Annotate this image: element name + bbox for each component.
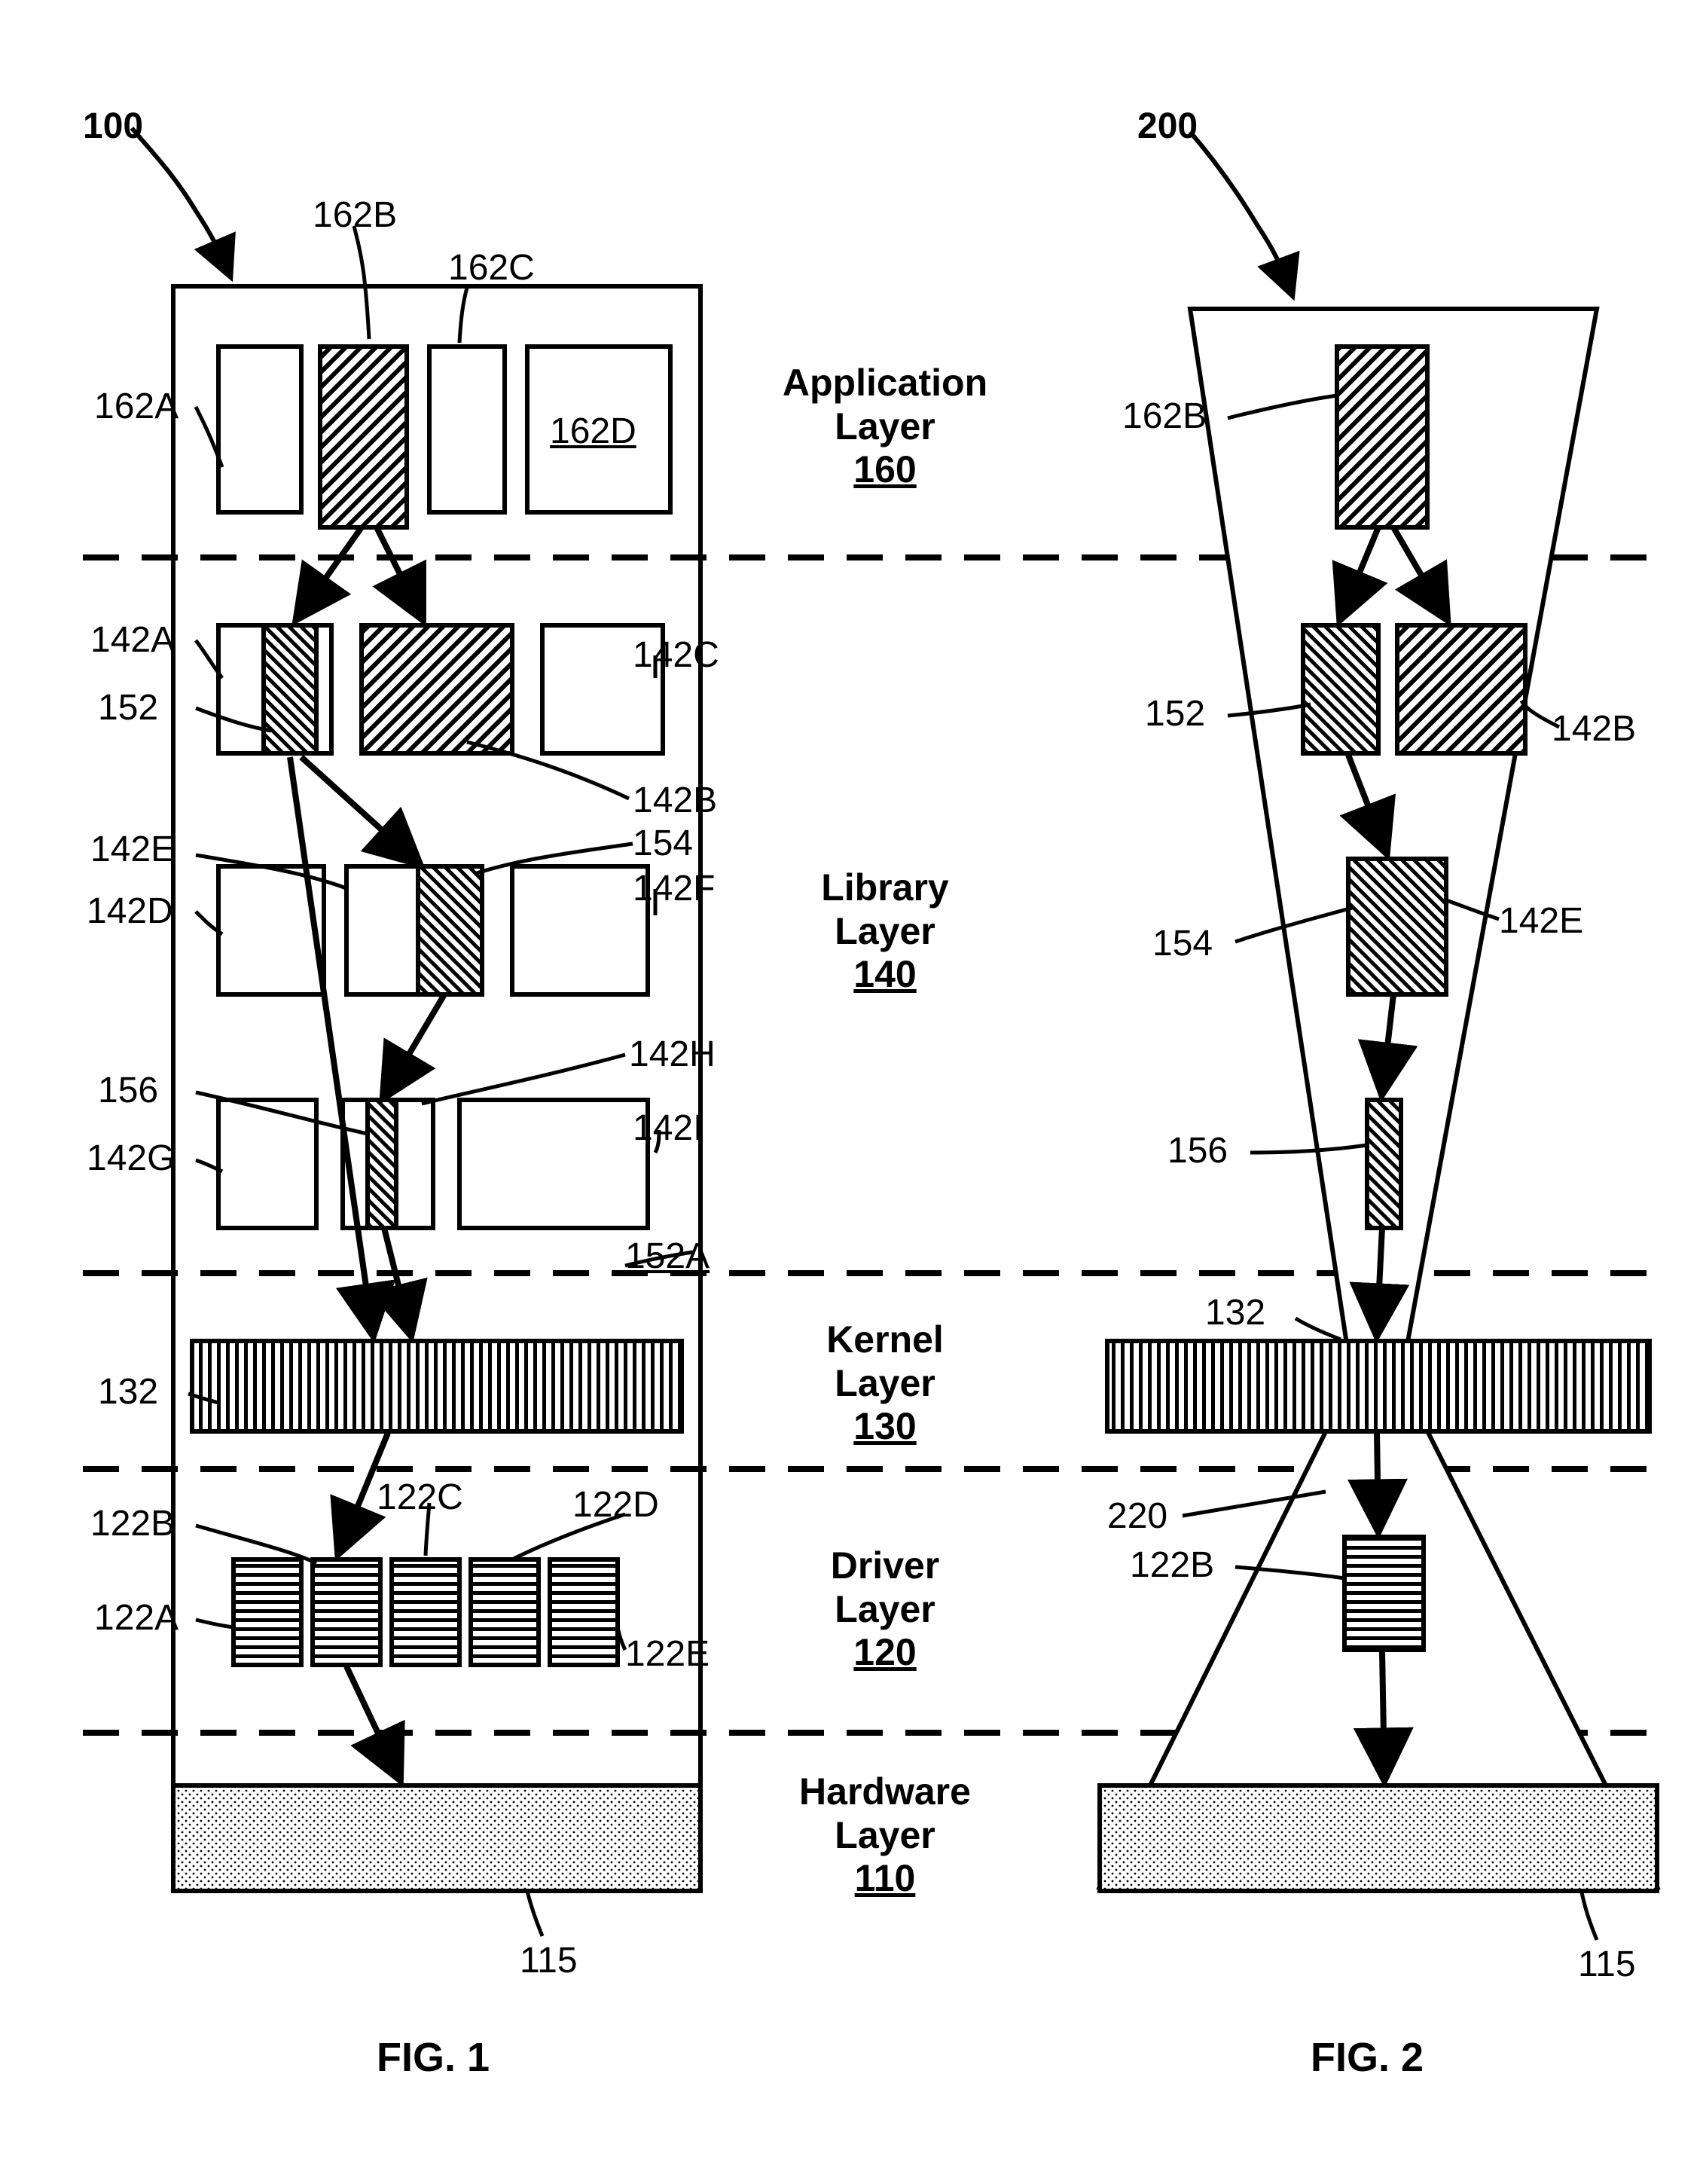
hardware-layer-title: Hardware Layer 110: [746, 1770, 1024, 1901]
fig1-id: 100: [83, 105, 143, 147]
ref-115-fig1: 115: [520, 1940, 578, 1981]
ref-122b-f2: 122B: [1130, 1544, 1214, 1586]
ref-122e: 122E: [625, 1633, 710, 1675]
ref-142e-f2: 142E: [1499, 900, 1583, 942]
hardware-layer-l2: Layer: [746, 1814, 1024, 1858]
ref-162d: 162D: [550, 411, 636, 452]
ref-156: 156: [98, 1070, 158, 1111]
ref-162b-f2: 162B: [1122, 396, 1207, 437]
ref-152-f2: 152: [1145, 693, 1205, 735]
fig1-caption: FIG. 1: [377, 2034, 490, 2081]
ref-132: 132: [98, 1371, 158, 1413]
ref-132-f2: 132: [1205, 1292, 1265, 1333]
library-layer-ref: 140: [746, 953, 1024, 997]
fig2-id: 200: [1137, 105, 1198, 147]
library-layer-title: Library Layer 140: [746, 866, 1024, 997]
ref-122c: 122C: [377, 1477, 463, 1518]
library-layer-l2: Layer: [746, 910, 1024, 954]
driver-layer-ref: 120: [746, 1631, 1024, 1675]
ref-154-f2: 154: [1152, 923, 1213, 964]
ref-162a: 162A: [94, 386, 179, 427]
driver-layer-title: Driver Layer 120: [746, 1544, 1024, 1675]
ref-142f: 142F: [633, 868, 715, 909]
ref-142a: 142A: [90, 619, 175, 661]
ref-142b: 142B: [633, 780, 717, 821]
ref-122a: 122A: [94, 1597, 179, 1639]
ref-142h: 142H: [629, 1034, 716, 1075]
ref-162c: 162C: [448, 247, 535, 289]
application-layer-ref: 160: [746, 448, 1024, 492]
kernel-layer-l2: Layer: [746, 1362, 1024, 1406]
kernel-layer-l1: Kernel: [746, 1318, 1024, 1362]
ref-152a: 152A: [625, 1236, 710, 1277]
ref-142g: 142G: [87, 1138, 175, 1179]
application-layer-l1: Application: [746, 362, 1024, 405]
driver-layer-l2: Layer: [746, 1588, 1024, 1632]
kernel-layer-ref: 130: [746, 1405, 1024, 1449]
hardware-layer-ref: 110: [746, 1857, 1024, 1901]
ref-152: 152: [98, 687, 158, 729]
ref-162b: 162B: [313, 194, 397, 236]
ref-122d: 122D: [572, 1484, 659, 1526]
driver-layer-l1: Driver: [746, 1544, 1024, 1588]
application-layer-title: Application Layer 160: [746, 362, 1024, 492]
ref-156-f2: 156: [1167, 1130, 1228, 1171]
fig2-caption: FIG. 2: [1311, 2034, 1424, 2081]
ref-115-f2: 115: [1578, 1944, 1636, 1985]
ref-142c: 142C: [633, 634, 719, 676]
kernel-layer-title: Kernel Layer 130: [746, 1318, 1024, 1449]
ref-142e: 142E: [90, 829, 175, 870]
ref-142i: 142I: [633, 1107, 703, 1149]
ref-220: 220: [1107, 1495, 1167, 1537]
ref-154: 154: [633, 823, 693, 864]
application-layer-l2: Layer: [746, 405, 1024, 449]
ref-142d: 142D: [87, 890, 173, 932]
ref-142b-f2: 142B: [1552, 708, 1636, 750]
hardware-layer-l1: Hardware: [746, 1770, 1024, 1814]
ref-122b: 122B: [90, 1503, 175, 1544]
library-layer-l1: Library: [746, 866, 1024, 910]
